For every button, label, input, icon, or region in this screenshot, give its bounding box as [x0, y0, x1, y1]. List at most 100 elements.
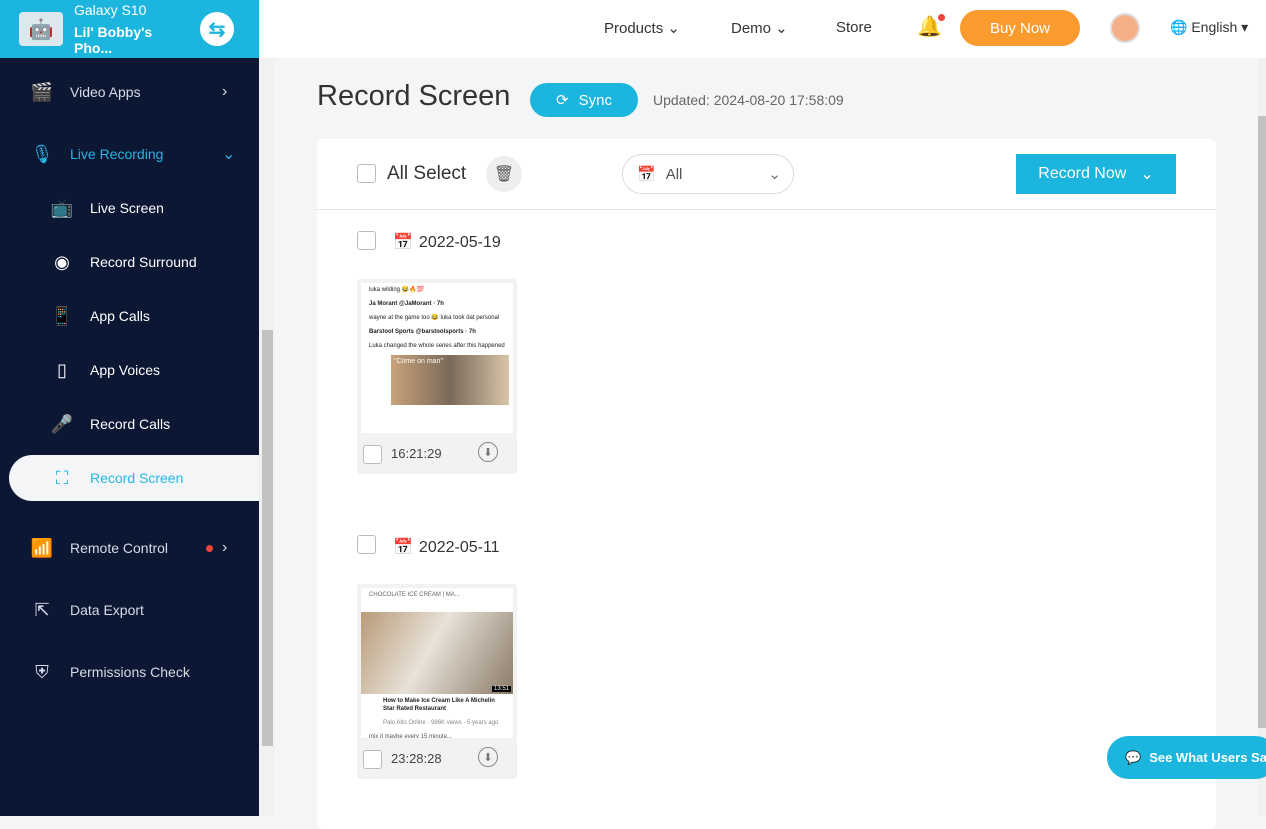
group-checkbox[interactable] — [357, 535, 376, 554]
chevron-down-icon: ⌄ — [222, 146, 236, 163]
chevron-right-icon: › — [222, 539, 228, 556]
recording-thumbnail[interactable]: CHOCOLATE ICE CREAM | MA... 13:51 How to… — [357, 584, 517, 779]
preview-text: Palo Alto Online · 986K views · 5 years … — [383, 720, 499, 726]
preview-text: Ja Morant @JaMorant · 7h — [369, 301, 444, 307]
shield-icon: ⛨ — [35, 661, 49, 682]
sidebar: 🤖 Galaxy S10 Lil' Bobby's Pho... ⇆ 🎬 Video… — [0, 0, 259, 816]
sidebar-item-record-screen[interactable]: ⛶ Record Screen — [9, 455, 259, 501]
label: 2022-05-11 — [418, 539, 500, 556]
sync-button[interactable]: ⟳ Sync — [530, 83, 638, 117]
download-icon[interactable]: ⬇ — [478, 442, 498, 462]
scrollbar-thumb[interactable] — [262, 330, 273, 746]
microphone-icon: 🎙 — [30, 143, 54, 164]
preview-video: "Come on man" — [391, 355, 509, 405]
label: Live Screen — [90, 200, 164, 216]
delete-button[interactable]: 🗑 — [486, 156, 522, 192]
sidebar-item-record-surround[interactable]: ◉ Record Surround — [0, 239, 259, 285]
label: Record Surround — [90, 254, 197, 270]
video-duration: 13:51 — [491, 686, 511, 692]
label: Record Screen — [90, 470, 184, 486]
label: Record Calls — [90, 416, 171, 432]
chevron-down-icon: ⌄ — [1140, 166, 1154, 183]
sidebar-item-video-apps[interactable]: 🎬 Video Apps › — [0, 69, 259, 115]
download-icon[interactable]: ⬇ — [478, 747, 498, 767]
device-header: 🤖 Galaxy S10 Lil' Bobby's Pho... ⇆ — [0, 0, 259, 58]
label: All — [665, 165, 683, 183]
label: Sync — [578, 91, 612, 109]
preview-text: How to Make Ice Cream Like A Michelin St… — [383, 698, 495, 712]
toolbar: All Select 🗑 📅 All ⌄ Record Now ⌄ — [317, 139, 1216, 210]
screen-record-icon: ⛶ — [55, 467, 69, 488]
group-date: 📅 2022-05-19 — [393, 232, 501, 252]
android-icon: 🤖 — [19, 12, 63, 46]
date-filter-dropdown[interactable]: 📅 All ⌄ — [622, 154, 794, 194]
label: Record Now — [1038, 165, 1127, 182]
recording-time: 23:28:28 — [391, 751, 442, 766]
calendar-icon: 📅 — [637, 166, 656, 183]
preview-video: 13:51 — [361, 612, 513, 694]
remote-icon: 📶 — [30, 537, 54, 558]
sidebar-item-app-calls[interactable]: 📱 App Calls — [0, 293, 259, 339]
thumbnail-image[interactable]: luka wilding 😂🔥💯 Ja Morant @JaMorant · 7… — [361, 283, 513, 433]
language-selector[interactable]: 🌐 English ▾ — [1170, 19, 1248, 36]
buy-now-button[interactable]: Buy Now — [960, 10, 1080, 46]
avatar[interactable] — [1110, 13, 1140, 43]
page-title: Record Screen — [317, 80, 511, 112]
notification-dot — [206, 544, 213, 552]
group-checkbox[interactable] — [357, 231, 376, 250]
sidebar-item-live-recording[interactable]: 🎙 Live Recording ⌄ — [0, 131, 259, 177]
phone-icon: 📱 — [50, 305, 74, 326]
records-card: All Select 🗑 📅 All ⌄ Record Now ⌄ 📅 2022-05-… — [317, 139, 1216, 829]
group-date: 📅 2022-05-11 — [393, 537, 500, 557]
recording-time: 16:21:29 — [391, 446, 442, 461]
label: Data Export — [70, 602, 144, 618]
sidebar-item-app-voices[interactable]: ▯ App Voices — [0, 347, 259, 393]
sidebar-scrollbar[interactable] — [259, 58, 275, 816]
surround-icon: ◉ — [54, 251, 70, 272]
sidebar-item-record-calls[interactable]: 🎤 Record Calls — [0, 401, 259, 447]
sidebar-item-live-screen[interactable]: 📺 Live Screen — [0, 185, 259, 231]
sidebar-item-permissions-check[interactable]: ⛨ Permissions Check — [0, 649, 259, 695]
item-checkbox[interactable] — [363, 750, 382, 769]
device-model: Galaxy S10 — [74, 2, 147, 18]
label: Products — [604, 20, 664, 37]
label: 2022-05-19 — [418, 234, 501, 251]
switch-device-button[interactable]: ⇆ — [200, 12, 234, 46]
item-checkbox[interactable] — [363, 445, 382, 464]
label: Demo — [731, 20, 772, 37]
nav-products[interactable]: Products ⌄ — [604, 19, 680, 37]
label: Video Apps — [70, 84, 141, 100]
label: Permissions Check — [70, 664, 190, 680]
label: Live Recording — [70, 146, 164, 162]
label: English — [1191, 19, 1238, 35]
top-nav: Products ⌄ Demo ⌄ Store 🔔 Buy Now 🌐 Engl… — [259, 0, 1266, 58]
mic-icon: 🎤 — [50, 413, 74, 434]
chevron-down-icon: ⌄ — [768, 166, 781, 183]
record-now-button[interactable]: Record Now ⌄ — [1016, 154, 1176, 194]
export-icon: ⇱ — [34, 599, 50, 620]
all-select-label: All Select — [387, 163, 467, 184]
select-all-checkbox[interactable] — [357, 164, 376, 183]
nav-demo[interactable]: Demo ⌄ — [731, 19, 788, 37]
preview-text: mix it maybe every 15 minute... — [369, 734, 453, 738]
video-clapper-icon: 🎬 — [30, 81, 54, 102]
preview-text: CHOCOLATE ICE CREAM | MA... — [369, 592, 460, 598]
chat-icon: 💬 — [1125, 749, 1142, 765]
scrollbar-thumb[interactable] — [1258, 116, 1266, 728]
sync-icon: ⟳ — [556, 92, 569, 109]
bell-icon[interactable]: 🔔 — [917, 14, 945, 39]
recording-thumbnail[interactable]: luka wilding 😂🔥💯 Ja Morant @JaMorant · 7… — [357, 279, 517, 474]
thumbnail-image[interactable]: CHOCOLATE ICE CREAM | MA... 13:51 How to… — [361, 588, 513, 738]
globe-icon: 🌐 — [1170, 19, 1188, 35]
sidebar-item-data-export[interactable]: ⇱ Data Export — [0, 587, 259, 633]
trash-icon: 🗑 — [493, 166, 515, 183]
tv-icon: 📺 — [50, 197, 74, 218]
calendar-icon: 📅 — [393, 539, 413, 556]
calendar-icon: 📅 — [393, 234, 413, 251]
updated-timestamp: Updated: 2024-08-20 17:58:09 — [653, 92, 844, 108]
nav-store[interactable]: Store — [836, 19, 872, 36]
page-scrollbar[interactable] — [1258, 58, 1266, 816]
sidebar-item-remote-control[interactable]: 📶 Remote Control › — [0, 525, 259, 571]
preview-text: Luka changed the whole series after this… — [369, 343, 505, 349]
see-what-users-say-button[interactable]: 💬 See What Users Say — [1107, 736, 1266, 779]
